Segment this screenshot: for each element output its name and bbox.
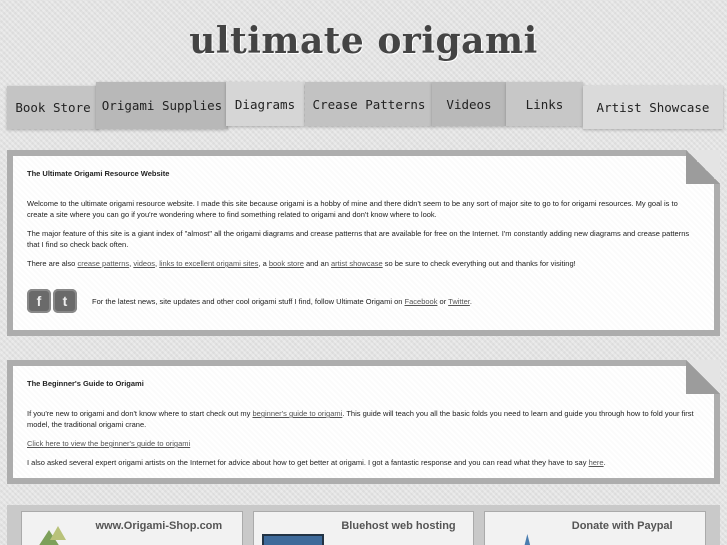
ad-label: Bluehost web hosting xyxy=(341,520,456,532)
intro-paragraph-1: Welcome to the ultimate origami resource… xyxy=(27,199,678,219)
text: , a xyxy=(258,259,269,268)
corner-fold xyxy=(686,150,720,184)
beginner-paragraph-1: If you're new to origami and don't know … xyxy=(27,408,700,430)
text: I also asked several expert origami arti… xyxy=(27,458,589,467)
link-facebook[interactable]: Facebook xyxy=(405,297,438,306)
nav-tab-videos[interactable]: Videos xyxy=(432,82,506,126)
nav-tab-diagrams[interactable]: Diagrams xyxy=(226,82,304,126)
link-origami-sites[interactable]: links to excellent origami sites xyxy=(159,259,258,268)
social-row: f t For the latest news, site updates an… xyxy=(27,289,700,313)
intro-panel: The Ultimate Origami Resource Website We… xyxy=(13,150,720,330)
ad-origami-shop[interactable]: www.Origami-Shop.com xyxy=(21,511,243,545)
facebook-icon[interactable]: f xyxy=(27,289,51,313)
intro-paragraph-2: The major feature of this site is a gian… xyxy=(27,229,690,249)
ad-bluehost[interactable]: Bluehost web hosting xyxy=(252,511,475,545)
nav-tab-crease-patterns[interactable]: Crease Patterns xyxy=(305,82,433,126)
link-artist-showcase[interactable]: artist showcase xyxy=(331,259,383,268)
ad-label: www.Origami-Shop.com xyxy=(95,520,223,532)
link-videos[interactable]: videos xyxy=(133,259,155,268)
origami-crane-icon xyxy=(30,520,76,545)
text: so be sure to check everything out and t… xyxy=(382,259,576,268)
text: . xyxy=(603,458,606,467)
twitter-icon[interactable]: t xyxy=(53,289,77,313)
footer-ads: www.Origami-Shop.com Bluehost web hostin… xyxy=(7,505,720,545)
link-twitter[interactable]: Twitter xyxy=(448,297,470,306)
text: and an xyxy=(303,259,331,268)
beginner-cta: Click here to view the beginner's guide … xyxy=(27,438,700,449)
intro-heading: The Ultimate Origami Resource Website xyxy=(27,169,170,178)
link-beginners-guide[interactable]: beginner's guide to origami xyxy=(252,409,342,418)
text: For the latest news, site updates and ot… xyxy=(92,296,405,306)
server-icon xyxy=(261,534,324,545)
text: . xyxy=(469,296,472,306)
link-view-beginners-guide[interactable]: Click here to view the beginner's guide … xyxy=(27,439,190,448)
ad-label: Donate with Paypal xyxy=(571,520,673,532)
nav-tab-origami-supplies[interactable]: Origami Supplies xyxy=(96,82,228,129)
beginner-paragraph-2: I also asked several expert origami arti… xyxy=(27,457,700,468)
intro-section: The Ultimate Origami Resource Website We… xyxy=(7,150,720,336)
corner-fold xyxy=(686,360,720,394)
social-text: For the latest news, site updates and ot… xyxy=(92,296,472,307)
nav-tab-artist-showcase[interactable]: Artist Showcase xyxy=(583,86,723,129)
text: or xyxy=(437,296,449,306)
beginner-section: The Beginner's Guide to Origami If you'r… xyxy=(7,360,720,484)
main-nav: Book Store Origami Supplies Diagrams Cre… xyxy=(0,0,727,140)
nav-tab-book-store[interactable]: Book Store xyxy=(7,86,99,129)
intro-paragraph-3: There are also crease patterns, videos, … xyxy=(27,258,700,269)
text: If you're new to origami and don't know … xyxy=(27,409,253,418)
beginner-panel: The Beginner's Guide to Origami If you'r… xyxy=(13,360,720,478)
link-book-store[interactable]: book store xyxy=(269,259,304,268)
beginner-heading: The Beginner's Guide to Origami xyxy=(27,379,144,388)
link-here[interactable]: here xyxy=(589,458,604,467)
text: There are also xyxy=(27,259,78,268)
ad-paypal[interactable]: Donate with Paypal xyxy=(484,511,707,545)
link-crease-patterns[interactable]: crease patterns xyxy=(77,259,129,268)
nav-tab-links[interactable]: Links xyxy=(506,82,583,126)
paypal-icon xyxy=(493,520,539,545)
